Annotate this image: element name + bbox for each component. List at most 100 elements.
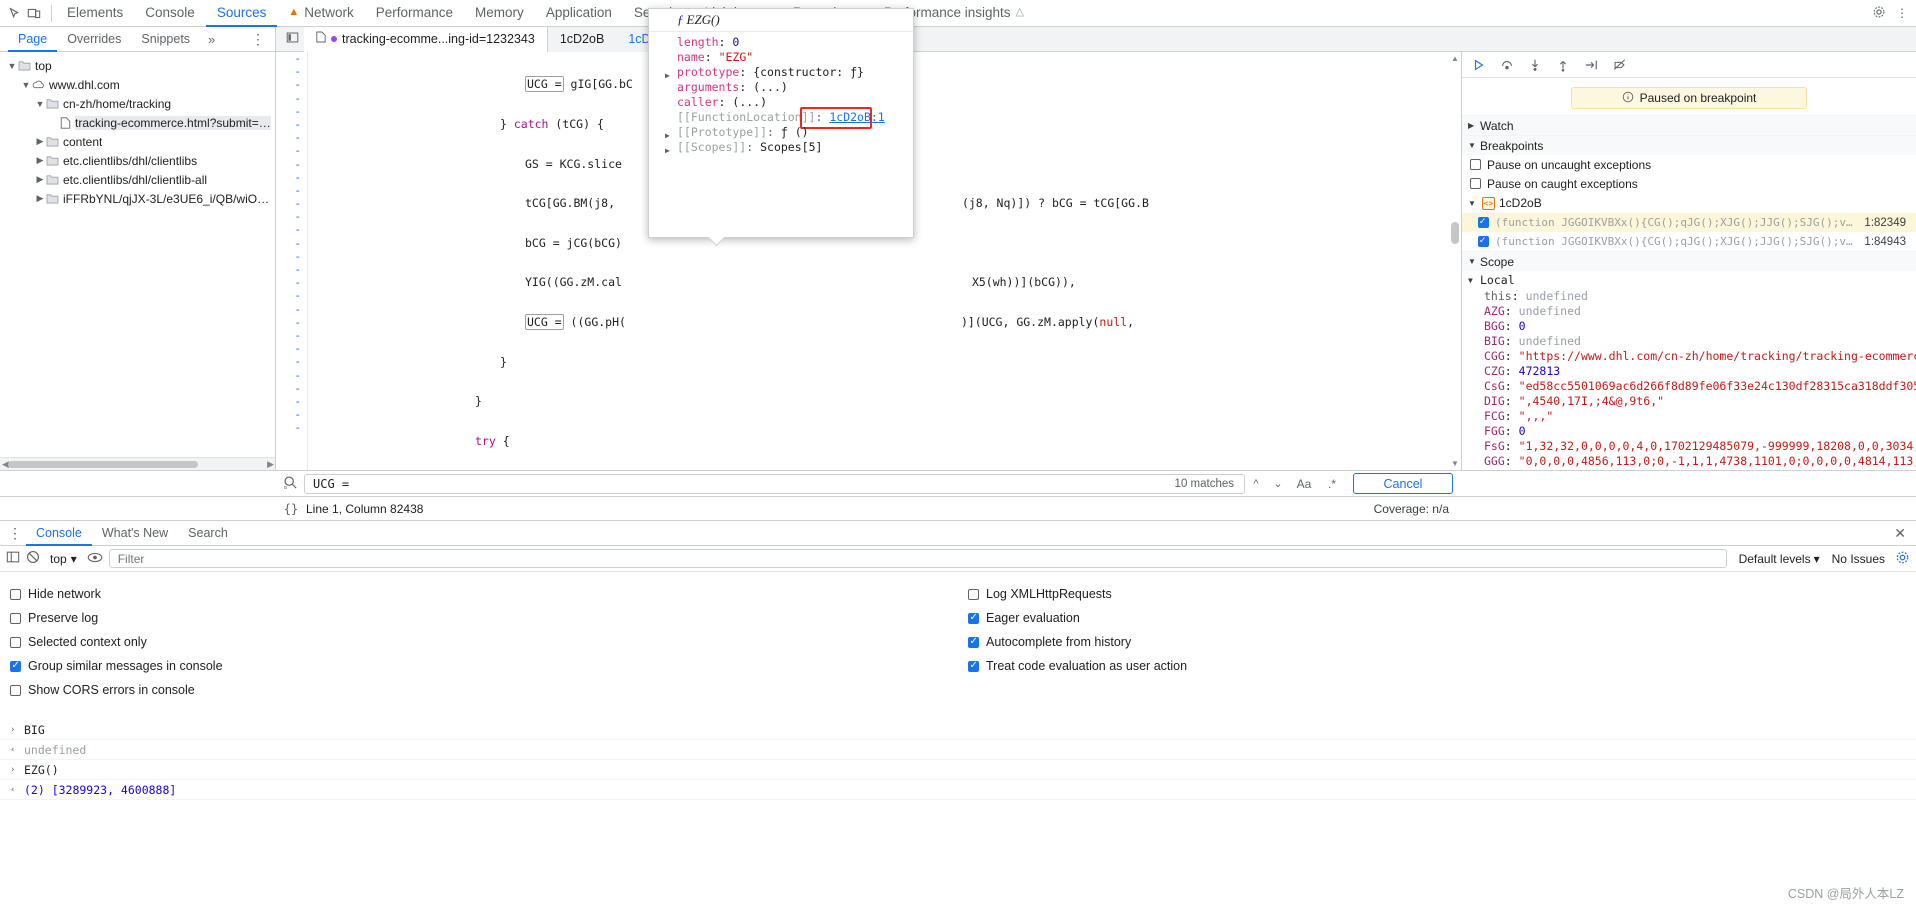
twisty-icon[interactable]: ▼ bbox=[20, 80, 32, 90]
breakpoint-enabled-checkbox[interactable] bbox=[1478, 216, 1489, 228]
editor-vertical-scrollbar[interactable]: ▲ ▼ bbox=[1448, 52, 1461, 470]
section-breakpoints[interactable]: ▼ Breakpoints bbox=[1462, 135, 1916, 155]
scope-variable-row[interactable]: DIG: ",4540,17I,;4&@,9t6," bbox=[1462, 394, 1916, 409]
breakpoint-file-group[interactable]: ▼ <> 1cD2oB bbox=[1462, 193, 1916, 213]
scope-variable-row[interactable]: FsG: "1,32,32,0,0,0,0,4,0,1702129485079,… bbox=[1462, 439, 1916, 454]
twisty-icon[interactable]: ▶ bbox=[34, 136, 46, 147]
popup-property-row[interactable]: length: 0 bbox=[677, 35, 913, 50]
tree-node-domain[interactable]: ▼ www.dhl.com bbox=[0, 75, 275, 94]
popup-property-row[interactable]: caller: (...) bbox=[677, 95, 913, 110]
twisty-icon[interactable]: ▼ bbox=[34, 99, 46, 109]
popup-property-row[interactable]: ▶ [[Prototype]]: ƒ () bbox=[665, 125, 913, 140]
tree-node-folder-clientlib-all[interactable]: ▶ etc.clientlibs/dhl/clientlib-all bbox=[0, 170, 275, 189]
show-cors-errors-checkbox[interactable] bbox=[10, 684, 21, 696]
step-out-icon[interactable] bbox=[1550, 53, 1576, 77]
console-line[interactable]: ‹ (2) [3289923, 4600888] bbox=[0, 780, 1916, 800]
twisty-icon[interactable]: ▶ bbox=[665, 143, 670, 158]
scope-variable-row[interactable]: GGG: "0,0,0,0,4856,113,0;0,-1,1,1,4738,1… bbox=[1462, 454, 1916, 469]
toggle-navigator-icon[interactable] bbox=[280, 31, 304, 47]
live-expression-icon[interactable] bbox=[87, 551, 103, 567]
setting-preserve-log[interactable]: Preserve log bbox=[10, 606, 958, 630]
setting-user-action[interactable]: Treat code evaluation as user action bbox=[968, 654, 1916, 678]
scroll-right-icon[interactable]: ▶ bbox=[267, 459, 274, 470]
scrollbar-thumb[interactable] bbox=[8, 461, 198, 468]
popup-property-row[interactable]: name: "EZG" bbox=[677, 50, 913, 65]
preserve-log-checkbox[interactable] bbox=[10, 612, 21, 624]
editor-tab-1cD2oB-a[interactable]: 1cD2oB bbox=[547, 26, 617, 52]
console-line[interactable]: › EZG() bbox=[0, 760, 1916, 780]
drawer-more-options-icon[interactable]: ⋮ bbox=[4, 525, 26, 542]
breakpoint-row[interactable]: (function JGGOIKVBXx(){CG();qJG();XJG();… bbox=[1462, 232, 1916, 251]
console-filter-wrapper[interactable] bbox=[108, 549, 1727, 568]
twisty-icon[interactable]: ▶ bbox=[665, 68, 670, 83]
tree-node-folder-clientlibs[interactable]: ▶ etc.clientlibs/dhl/clientlibs bbox=[0, 151, 275, 170]
pause-caught-row[interactable]: Pause on caught exceptions bbox=[1462, 174, 1916, 193]
subtab-page[interactable]: Page bbox=[8, 27, 57, 52]
tree-node-folder-obfuscated[interactable]: ▶ iFFRbYNL/qjJX-3L/e3UE6_i/QB/wiOmhNcDpl bbox=[0, 189, 275, 208]
breakpoint-row[interactable]: (function JGGOIKVBXx(){CG();qJG();XJG();… bbox=[1462, 213, 1916, 232]
console-line[interactable]: ‹ undefined bbox=[0, 740, 1916, 760]
section-watch[interactable]: ▶ Watch bbox=[1462, 115, 1916, 135]
inspect-icon[interactable] bbox=[8, 6, 21, 20]
regex-icon[interactable]: .* bbox=[1319, 477, 1345, 491]
tab-memory[interactable]: Memory bbox=[464, 0, 535, 27]
drawer-tab-search[interactable]: Search bbox=[178, 521, 238, 546]
tab-application[interactable]: Application bbox=[535, 0, 623, 27]
deactivate-breakpoints-icon[interactable] bbox=[1606, 53, 1632, 77]
subtab-overrides[interactable]: Overrides bbox=[57, 27, 131, 52]
close-icon[interactable]: ✕ bbox=[1894, 525, 1916, 542]
twisty-icon[interactable]: ▼ bbox=[1468, 199, 1478, 208]
console-line[interactable]: › BIG bbox=[0, 720, 1916, 740]
cancel-search-button[interactable]: Cancel bbox=[1353, 473, 1453, 494]
pause-uncaught-checkbox[interactable] bbox=[1470, 159, 1481, 170]
navigator-more-options-icon[interactable]: ⋮ bbox=[241, 28, 275, 50]
function-location-link[interactable]: 1cD2oB:1 bbox=[829, 110, 884, 124]
user-action-checkbox[interactable] bbox=[968, 660, 979, 672]
navigator-horizontal-scrollbar[interactable]: ◀ ▶ bbox=[0, 457, 275, 470]
tree-node-folder-content[interactable]: ▶ content bbox=[0, 132, 275, 151]
drawer-tab-whats-new[interactable]: What's New bbox=[92, 521, 178, 546]
subtab-snippets[interactable]: Snippets bbox=[131, 27, 200, 52]
step-into-icon[interactable] bbox=[1522, 53, 1548, 77]
scope-variable-row[interactable]: CGG: "https://www.dhl.com/cn-zh/home/tra… bbox=[1462, 349, 1916, 364]
scroll-up-icon[interactable]: ▲ bbox=[1451, 54, 1459, 63]
settings-gear-icon[interactable] bbox=[1872, 5, 1886, 22]
more-subtabs-icon[interactable]: » bbox=[200, 32, 223, 47]
scope-variable-row[interactable]: FGG: 0 bbox=[1462, 424, 1916, 439]
device-toolbar-icon[interactable] bbox=[27, 7, 41, 20]
tab-sources[interactable]: Sources bbox=[206, 0, 278, 27]
console-settings-gear-icon[interactable] bbox=[1895, 550, 1910, 568]
setting-hide-network[interactable]: Hide network bbox=[10, 582, 958, 606]
execution-context-selector[interactable]: top ▾ bbox=[46, 552, 81, 566]
twisty-icon[interactable]: ▼ bbox=[1468, 276, 1480, 285]
setting-log-xhr[interactable]: Log XMLHttpRequests bbox=[968, 582, 1916, 606]
pause-uncaught-row[interactable]: Pause on uncaught exceptions bbox=[1462, 155, 1916, 174]
popup-property-row[interactable]: ▶ [[Scopes]]: Scopes[5] bbox=[665, 140, 913, 155]
tab-elements[interactable]: Elements bbox=[56, 0, 134, 27]
log-xhr-checkbox[interactable] bbox=[968, 588, 979, 600]
scope-variable-row[interactable]: BIG: undefined bbox=[1462, 334, 1916, 349]
step-over-icon[interactable] bbox=[1494, 53, 1520, 77]
issues-counter[interactable]: No Issues bbox=[1832, 552, 1889, 566]
popup-property-row[interactable]: ▶ prototype: {constructor: ƒ} bbox=[665, 65, 913, 80]
group-similar-checkbox[interactable] bbox=[10, 660, 21, 672]
autocomplete-history-checkbox[interactable] bbox=[968, 636, 979, 648]
popup-property-row[interactable]: arguments: (...) bbox=[677, 80, 913, 95]
popup-property-row-function-location[interactable]: [[FunctionLocation]]: 1cD2oB:1 bbox=[677, 107, 913, 129]
tab-performance[interactable]: Performance bbox=[365, 0, 464, 27]
tree-node-folder-tracking[interactable]: ▼ cn-zh/home/tracking bbox=[0, 94, 275, 113]
twisty-icon[interactable]: ▶ bbox=[34, 174, 46, 185]
twisty-icon[interactable]: ▶ bbox=[34, 155, 46, 166]
drawer-tab-console[interactable]: Console bbox=[26, 521, 92, 546]
scope-variable-row[interactable]: AZG: undefined bbox=[1462, 304, 1916, 319]
breakpoint-enabled-checkbox[interactable] bbox=[1478, 235, 1489, 247]
twisty-icon[interactable]: ▶ bbox=[1468, 121, 1480, 130]
section-scope[interactable]: ▼ Scope bbox=[1462, 251, 1916, 271]
tree-node-file-selected[interactable]: tracking-ecommerce.html?submit=1&trac bbox=[0, 113, 275, 132]
console-filter-input[interactable] bbox=[115, 550, 1720, 567]
selected-context-only-checkbox[interactable] bbox=[10, 636, 21, 648]
scope-variable-row[interactable]: GZG: "7a74G7m23Vrp0o5c" bbox=[1462, 469, 1916, 470]
setting-eager-evaluation[interactable]: Eager evaluation bbox=[968, 606, 1916, 630]
search-next-icon[interactable]: ⌄ bbox=[1267, 477, 1289, 490]
scope-variable-row[interactable]: CZG: 472813 bbox=[1462, 364, 1916, 379]
